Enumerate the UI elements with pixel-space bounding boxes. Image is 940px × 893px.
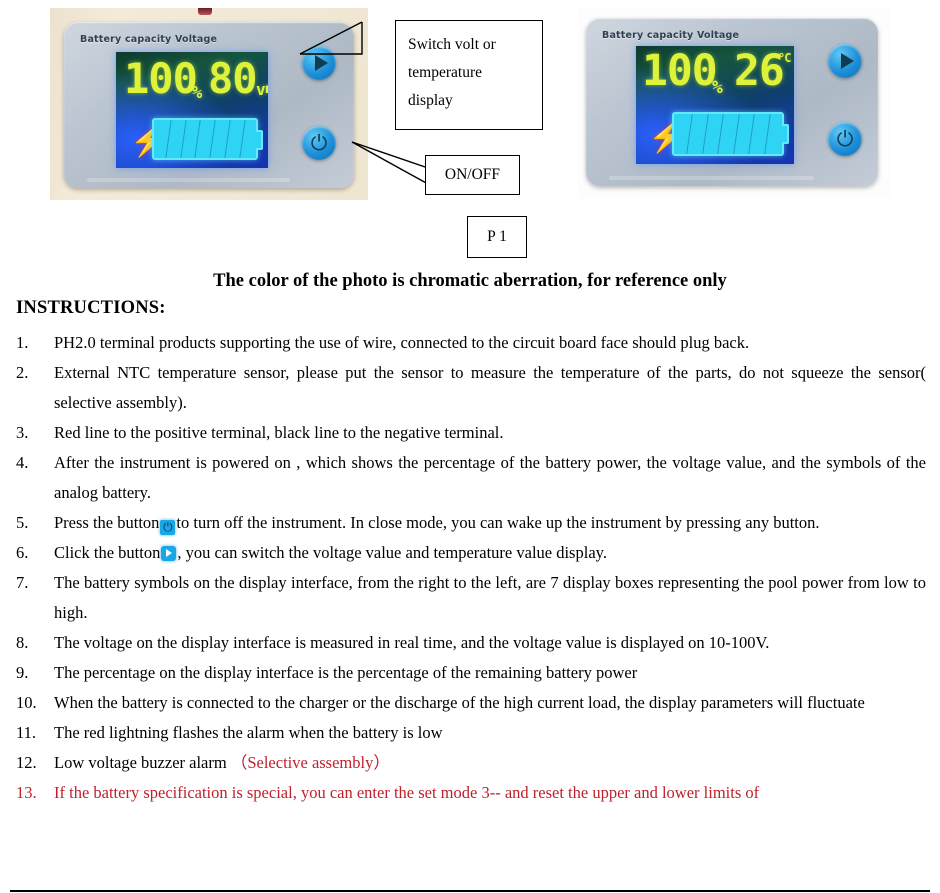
callout-onoff: ON/OFF: [425, 155, 520, 195]
list-item-text: External NTC temperature sensor, please …: [54, 363, 926, 412]
list-item-number: 3.: [16, 423, 29, 442]
list-item-number: 13.: [16, 783, 37, 802]
list-item-text-red: （Selective assembly）: [230, 753, 390, 772]
lcd-percent-unit-left: %: [192, 83, 202, 103]
instructions-title: INSTRUCTIONS:: [16, 298, 166, 318]
list-item: 7. The battery symbols on the display in…: [16, 568, 926, 628]
list-item-number: 7.: [16, 573, 29, 592]
lcd-temperature-value-right: 26: [734, 46, 785, 96]
list-item-text-after: to turn off the instrument. In close mod…: [176, 513, 820, 532]
list-item-number: 6.: [16, 543, 29, 562]
list-item: 9. The percentage on the display interfa…: [16, 658, 926, 688]
battery-gauge-left: [152, 118, 263, 160]
list-item-text-black: Low voltage buzzer alarm: [54, 753, 231, 772]
list-item-number: 5.: [16, 513, 29, 532]
play-button-icon: [161, 546, 177, 561]
list-item-text: When the battery is connected to the cha…: [54, 693, 865, 712]
power-button-icon: ⏻: [160, 520, 176, 535]
battery-shell: [672, 112, 784, 156]
lcd-screen-right: 100 % 26 °C ⚡: [636, 46, 794, 164]
list-item: 6. Click the button , you can switch the …: [16, 538, 926, 568]
callout-switch-line-3: display: [408, 92, 453, 109]
list-item: 8. The voltage on the display interface …: [16, 628, 926, 658]
list-item-text: The voltage on the display interface is …: [54, 633, 770, 652]
list-item-text: Press the button ⏻ to turn off the instrum…: [54, 508, 926, 538]
device-photo-right: Battery capacity Voltage 100 % 26 °C ⚡ ⏻: [578, 8, 890, 198]
device-caption-right: Battery capacity Voltage: [602, 30, 740, 41]
list-item-number: 2.: [16, 363, 29, 382]
list-item-number: 1.: [16, 333, 29, 352]
list-item-number: 9.: [16, 663, 29, 682]
list-item-number: 8.: [16, 633, 29, 652]
list-item-text-before: Press the button: [54, 513, 160, 532]
lcd-percent-value-left: 100: [124, 54, 198, 103]
list-item: 12. Low voltage buzzer alarm （Selective …: [16, 748, 926, 778]
lcd-percent-unit-right: %: [712, 77, 723, 98]
battery-terminal-cap: [256, 130, 263, 150]
list-item-text: Low voltage buzzer alarm （Selective asse…: [54, 748, 926, 778]
product-photo-area: Battery capacity Voltage 100 % 80.0 v ⚡: [0, 0, 940, 205]
lcd-percent-value-right: 100: [642, 46, 718, 96]
lightning-bolt-icon: ⚡: [648, 121, 686, 154]
instructions-list: 1. PH2.0 terminal products supporting th…: [16, 328, 926, 808]
list-item-number: 11.: [16, 723, 37, 742]
list-item-text-before: Click the button: [54, 543, 161, 562]
list-item-text: The battery symbols on the display inter…: [54, 573, 926, 622]
lcd-voltage-unit-left: v: [256, 80, 266, 99]
list-item: 4. After the instrument is powered on , …: [16, 448, 926, 508]
power-icon: ⏻: [836, 126, 854, 151]
battery-terminal-cap: [782, 124, 789, 144]
callout-switch-display: Switch volt or temperature display: [395, 20, 543, 130]
list-item: 5. Press the button ⏻ to turn off the inst…: [16, 508, 926, 538]
play-button-right[interactable]: [828, 44, 862, 78]
device-body-right: Battery capacity Voltage 100 % 26 °C ⚡ ⏻: [586, 18, 878, 186]
callout-leader-switch: [299, 21, 363, 55]
callout-switch-line-1: Switch volt or: [408, 36, 496, 53]
list-item-text-after: , you can switch the voltage value and t…: [177, 543, 607, 562]
list-item-number: 12.: [16, 753, 37, 772]
list-item: 3. Red line to the positive terminal, bl…: [16, 418, 926, 448]
battery-gauge-right: [672, 112, 789, 156]
lightning-bolt-icon: ⚡: [130, 125, 168, 158]
callout-switch-line-2: temperature: [408, 64, 483, 81]
list-item-text: PH2.0 terminal products supporting the u…: [54, 333, 750, 352]
list-item: 1. PH2.0 terminal products supporting th…: [16, 328, 926, 358]
lcd-screen-left: 100 % 80.0 v ⚡: [116, 52, 268, 168]
list-item: 11. The red lightning flashes the alarm …: [16, 718, 926, 748]
list-item-text: The red lightning flashes the alarm when…: [54, 723, 443, 742]
page-bottom-rule: [10, 890, 930, 892]
battery-shell: [152, 118, 258, 160]
list-item: 2. External NTC temperature sensor, plea…: [16, 358, 926, 418]
list-item-text: The percentage on the display interface …: [54, 663, 638, 682]
chromatic-aberration-heading: The color of the photo is chromatic aber…: [213, 271, 727, 291]
figure-label-p1: P 1: [467, 216, 527, 258]
list-item: 13. If the battery specification is spec…: [16, 778, 926, 808]
list-item-text: Red line to the positive terminal, black…: [54, 423, 504, 442]
power-button-right[interactable]: ⏻: [828, 122, 862, 156]
list-item-number: 10.: [16, 693, 37, 712]
play-icon: [840, 53, 854, 69]
list-item-number: 4.: [16, 453, 29, 472]
lcd-temperature-unit-right: °C: [778, 51, 791, 65]
list-item-text: After the instrument is powered on , whi…: [54, 453, 926, 502]
device-caption-left: Battery capacity Voltage: [80, 34, 218, 45]
list-item-text: If the battery specification is special,…: [54, 783, 760, 802]
power-button-left[interactable]: ⏻: [302, 126, 336, 160]
power-icon: ⏻: [310, 130, 328, 155]
list-item-text: Click the button , you can switch the vol…: [54, 538, 926, 568]
list-item: 10. When the battery is connected to the…: [16, 688, 926, 718]
